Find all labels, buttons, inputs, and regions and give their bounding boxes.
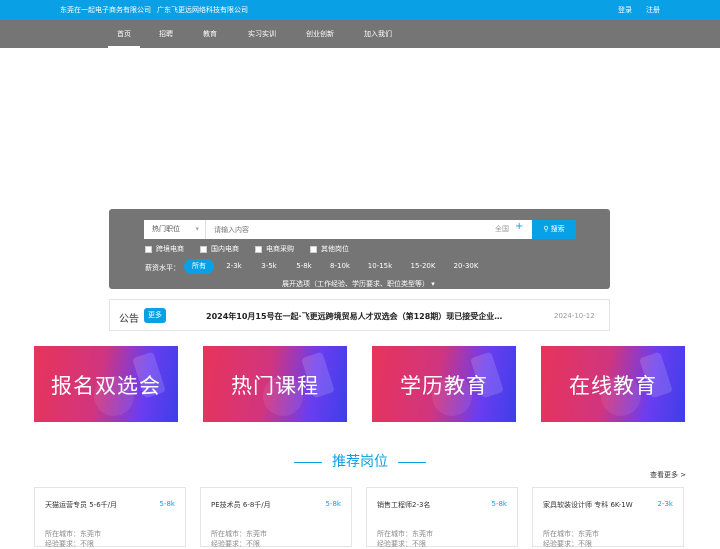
salary-option[interactable]: 2-3k: [221, 259, 247, 274]
banner-degree-education[interactable]: 学历教育: [372, 346, 516, 422]
banner-label: 学历教育: [400, 374, 488, 398]
job-city: 所在城市：东莞市: [543, 530, 599, 538]
job-title: 销售工程师2-3名: [377, 501, 431, 509]
category-other[interactable]: 其他岗位: [310, 244, 349, 254]
banner-label: 在线教育: [569, 374, 657, 398]
search-button-label: 搜索: [550, 225, 565, 233]
nav-join-us[interactable]: 加入我们: [356, 20, 400, 48]
category-filters: 跨境电商 国内电商 电商采购 其他岗位: [145, 244, 365, 254]
nav-entrepreneur[interactable]: 创业创新: [298, 20, 342, 48]
login-link[interactable]: 登录: [618, 5, 632, 15]
checkbox[interactable]: [310, 245, 317, 253]
chevron-down-icon: ▾: [195, 225, 199, 233]
salary-option[interactable]: 8-10k: [325, 259, 355, 274]
notice-date: 2024-10-12: [554, 312, 595, 320]
job-salary: 2-3k: [657, 500, 674, 508]
job-extra: 经验要求：不限: [543, 540, 592, 548]
register-link[interactable]: 注册: [646, 5, 660, 15]
job-type-value: 热门职位: [152, 225, 180, 233]
job-salary: 5-8k: [491, 500, 508, 508]
banner-online-education[interactable]: 在线教育: [541, 346, 685, 422]
nav-internship[interactable]: 实习实训: [240, 20, 284, 48]
job-card[interactable]: 销售工程师2-3名 5-8k 所在城市：东莞市 经验要求：不限: [366, 487, 518, 548]
category-domestic[interactable]: 国内电商: [200, 244, 239, 254]
category-label: 电商采购: [266, 245, 294, 253]
checkbox[interactable]: [200, 245, 207, 253]
nav-recruit[interactable]: 招聘: [150, 20, 182, 48]
category-purchasing[interactable]: 电商采购: [255, 244, 294, 254]
category-label: 国内电商: [211, 245, 239, 253]
category-label: 跨境电商: [156, 245, 184, 253]
company-links: 东莞在一起电子商务有限公司 广东飞更远网络科技有限公司: [60, 5, 248, 15]
salary-option[interactable]: 20-30K: [449, 259, 483, 274]
section-title-text: 推荐岗位: [332, 454, 388, 470]
job-card[interactable]: 天猫运营专员 5-6千/月 5-8k 所在城市：东莞市 经验要求：不限: [34, 487, 186, 548]
salary-option[interactable]: 10-15k: [364, 259, 396, 274]
category-cross-border[interactable]: 跨境电商: [145, 244, 184, 254]
banner-hot-courses[interactable]: 热门课程: [203, 346, 347, 422]
nav-home[interactable]: 首页: [108, 20, 140, 48]
company-link-2[interactable]: 广东飞更远网络科技有限公司: [157, 5, 248, 15]
job-title: PE技术员 6-8千/月: [211, 501, 271, 509]
job-city: 所在城市：东莞市: [377, 530, 433, 538]
caret-down-icon: ▾: [431, 280, 435, 288]
search-button[interactable]: ⚲ 搜索: [532, 220, 576, 239]
auth-links: 登录 注册: [618, 5, 660, 15]
salary-option[interactable]: 5-8k: [291, 259, 317, 274]
salary-label: 薪资水平：: [145, 264, 180, 272]
section-title: 推荐岗位: [0, 451, 720, 471]
search-panel: 热门职位 ▾ 全国 + ⚲ 搜索 跨境电商 国内电商 电商采购 其他岗位 薪资水…: [109, 209, 610, 289]
job-extra: 经验要求：不限: [45, 540, 94, 548]
job-title: 家具软装设计师 专科 6K-1W: [543, 501, 633, 509]
job-city: 所在城市：东莞市: [45, 530, 101, 538]
job-card[interactable]: PE技术员 6-8千/月 5-8k 所在城市：东莞市 经验要求：不限: [200, 487, 352, 548]
banner-job-fair[interactable]: 报名双选会: [34, 346, 178, 422]
job-type-select[interactable]: 热门职位 ▾: [144, 220, 206, 239]
area-selector[interactable]: 全国: [495, 224, 509, 234]
notice-label: 公告: [119, 314, 139, 325]
job-salary: 5-8k: [159, 500, 176, 508]
job-city: 所在城市：东莞市: [211, 530, 267, 538]
job-card[interactable]: 家具软装设计师 专科 6K-1W 2-3k 所在城市：东莞市 经验要求：不限: [532, 487, 684, 548]
salary-option-all[interactable]: 所有: [184, 259, 214, 274]
salary-option[interactable]: 3-5k: [256, 259, 282, 274]
checkbox[interactable]: [255, 245, 262, 253]
title-divider: [293, 461, 322, 463]
top-bar: 东莞在一起电子商务有限公司 广东飞更远网络科技有限公司 登录 注册: [0, 0, 720, 20]
notice-title[interactable]: 2024年10月15号在一起·飞更远跨境贸易人才双选会（第128期）现已接受企业…: [206, 311, 506, 322]
job-salary: 5-8k: [325, 500, 342, 508]
nav-education[interactable]: 教育: [194, 20, 226, 48]
title-divider: [398, 461, 427, 463]
job-extra: 经验要求：不限: [377, 540, 426, 548]
plus-icon[interactable]: +: [515, 221, 523, 232]
banner-label: 热门课程: [231, 374, 319, 398]
checkbox[interactable]: [145, 245, 152, 253]
banner-label: 报名双选会: [51, 374, 161, 398]
expand-options-label: 展开选项（工作经验、学历要求、职位类型等）: [282, 280, 429, 288]
job-title: 天猫运营专员 5-6千/月: [45, 501, 118, 509]
notice-more-button[interactable]: 更多: [144, 308, 166, 323]
salary-option[interactable]: 15-20K: [406, 259, 440, 274]
search-input[interactable]: [206, 220, 532, 239]
category-label: 其他岗位: [321, 245, 349, 253]
company-link-1[interactable]: 东莞在一起电子商务有限公司: [60, 5, 151, 15]
main-nav: 首页 招聘 教育 实习实训 创业创新 加入我们: [0, 20, 720, 48]
notice-bar: 公告 更多 2024年10月15号在一起·飞更远跨境贸易人才双选会（第128期）…: [109, 299, 610, 331]
see-more-link[interactable]: 查看更多 >: [650, 470, 686, 480]
search-icon: ⚲: [543, 225, 549, 233]
expand-options[interactable]: 展开选项（工作经验、学历要求、职位类型等） ▾: [282, 279, 435, 289]
job-extra: 经验要求：不限: [211, 540, 260, 548]
